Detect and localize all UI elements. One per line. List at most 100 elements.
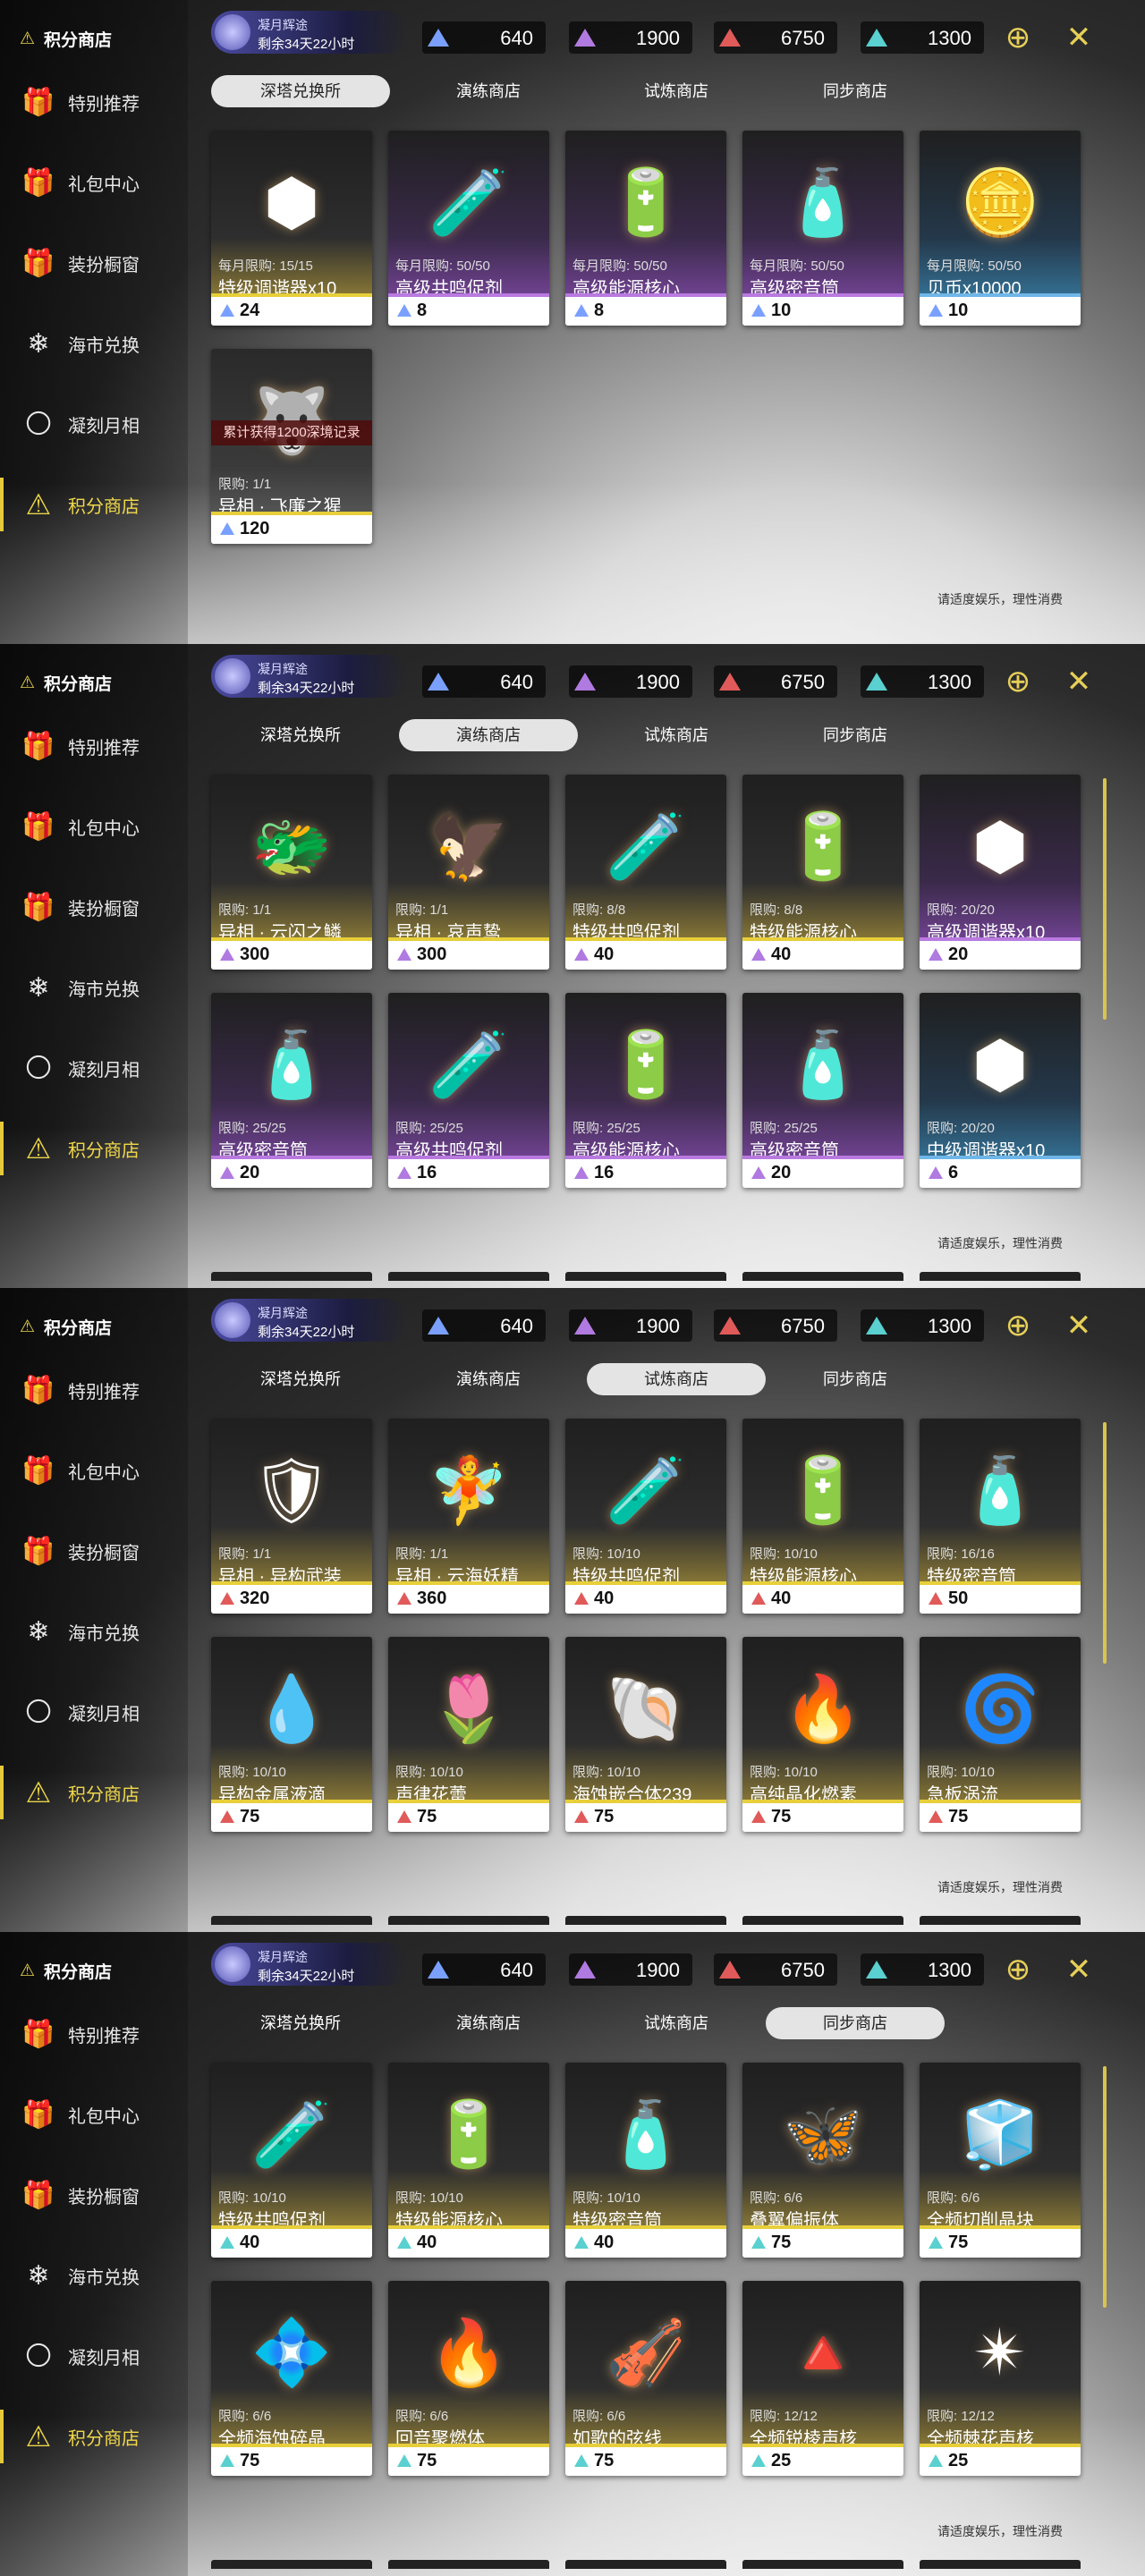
shop-item-card[interactable]: 🔋 限购: 8/8 特级能源核心 40 xyxy=(742,775,903,970)
shop-item-card[interactable]: 🦋 限购: 6/6 叠翼偏振体 75 xyxy=(742,2063,903,2258)
sidebar-item[interactable]: ❄ 海市兑换 xyxy=(21,317,182,370)
tab[interactable]: 试炼商店 xyxy=(587,75,766,107)
shop-item-card[interactable]: ⬢ 每月限购: 15/15 特级调谐器x10 24 xyxy=(211,131,372,326)
crosshair-icon[interactable]: ⊕ xyxy=(998,1306,1038,1345)
sidebar-item[interactable]: ⚠ 积分商店 xyxy=(0,1122,182,1175)
sidebar-item[interactable]: 🎁 装扮橱窗 xyxy=(21,1524,182,1578)
crosshair-icon[interactable]: ⊕ xyxy=(998,662,1038,701)
close-icon[interactable]: ✕ xyxy=(1059,1950,1098,1989)
tab[interactable]: 演练商店 xyxy=(399,719,578,751)
tab[interactable]: 试炼商店 xyxy=(587,2007,766,2039)
shop-item-card[interactable]: 🌀 限购: 10/10 急板涡流 75 xyxy=(920,1637,1081,1832)
shop-item-card[interactable]: 🐺 累计获得1200深境记录 限购: 1/1 异相 · 飞廉之猩 120 xyxy=(211,349,372,544)
sidebar-item[interactable]: 🎁 特别推荐 xyxy=(21,2007,182,2061)
shop-item-card[interactable]: 🐚 限购: 10/10 海蚀嵌合体239 75 xyxy=(565,1637,726,1832)
sidebar-item[interactable]: 🎁 礼包中心 xyxy=(21,2088,182,2141)
tab[interactable]: 试炼商店 xyxy=(587,1363,766,1395)
shop-item-card[interactable]: ⬢ 限购: 20/20 高级调谐器x10 20 xyxy=(920,775,1081,970)
shop-item-card[interactable]: 🧚 限购: 1/1 异相 · 云海妖精 360 xyxy=(388,1419,549,1614)
close-icon[interactable]: ✕ xyxy=(1059,18,1098,57)
sidebar-item[interactable]: ⚠ 积分商店 xyxy=(0,478,182,531)
shop-item-card[interactable]: 🔋 限购: 25/25 高级能源核心 16 xyxy=(565,993,726,1188)
tab[interactable]: 同步商店 xyxy=(766,719,945,751)
shop-item-card[interactable]: 🪙 每月限购: 50/50 贝币x10000 10 xyxy=(920,131,1081,326)
shop-item-card[interactable]: 🔺 限购: 12/12 全频锐棱声核 25 xyxy=(742,2281,903,2476)
sidebar-item[interactable]: 🎁 装扮橱窗 xyxy=(21,880,182,934)
sidebar-item[interactable]: ⚠ 积分商店 xyxy=(0,2410,182,2463)
sidebar-item[interactable]: 🌕 凝刻月相 xyxy=(21,397,182,451)
event-banner[interactable]: 凝月辉途 剩余34天22小时 xyxy=(211,1299,408,1342)
shop-item-card[interactable]: 🧪 每月限购: 50/50 高级共鸣促剂 8 xyxy=(388,131,549,326)
shop-item-card[interactable]: 🔥 限购: 6/6 回音聚燃体 75 xyxy=(388,2281,549,2476)
shop-item-card[interactable]: 🔋 限购: 10/10 特级能源核心 40 xyxy=(388,2063,549,2258)
shop-item-card[interactable]: 🐲 限购: 1/1 异相 · 云闪之鳞 300 xyxy=(211,775,372,970)
tab[interactable]: 深塔兑换所 xyxy=(211,75,390,107)
shop-item-card[interactable]: 🧴 限购: 25/25 高级密音筒 20 xyxy=(742,993,903,1188)
price-band: 25 xyxy=(742,2444,903,2476)
tab[interactable]: 同步商店 xyxy=(766,1363,945,1395)
shop-item-card[interactable]: 🧪 限购: 25/25 高级共鸣促剂 16 xyxy=(388,993,549,1188)
close-icon[interactable]: ✕ xyxy=(1059,1306,1098,1345)
sidebar-item[interactable]: 🌕 凝刻月相 xyxy=(21,1041,182,1095)
tab[interactable]: 演练商店 xyxy=(399,75,578,107)
sidebar-item[interactable]: 🎁 礼包中心 xyxy=(21,800,182,853)
shop-item-card[interactable]: 🧴 每月限购: 50/50 高级密音筒 10 xyxy=(742,131,903,326)
crosshair-icon[interactable]: ⊕ xyxy=(998,1950,1038,1989)
tab[interactable]: 同步商店 xyxy=(766,75,945,107)
shop-item-card[interactable]: 🔋 每月限购: 50/50 高级能源核心 8 xyxy=(565,131,726,326)
shop-item-card[interactable]: 🔋 限购: 10/10 特级能源核心 40 xyxy=(742,1419,903,1614)
shop-item-card[interactable]: 🎻 限购: 6/6 如歌的弦线 75 xyxy=(565,2281,726,2476)
tab[interactable]: 演练商店 xyxy=(399,1363,578,1395)
shop-item-card[interactable]: ⬢ 限购: 20/20 中级调谐器x10 6 xyxy=(920,993,1081,1188)
sidebar-item[interactable]: ❄ 海市兑换 xyxy=(21,1605,182,1658)
tab[interactable]: 深塔兑换所 xyxy=(211,719,390,751)
tab[interactable]: 深塔兑换所 xyxy=(211,2007,390,2039)
scrollbar[interactable] xyxy=(1103,2066,1107,2308)
event-banner[interactable]: 凝月辉途 剩余34天22小时 xyxy=(211,1943,408,1986)
shop-item-card[interactable]: 🧴 限购: 10/10 特级密音筒 40 xyxy=(565,2063,726,2258)
sidebar: ⚠ 积分商店 🎁 特别推荐 🎁 礼包中心 🎁 装扮橱窗 ❄ 海市兑换 🌕 凝刻月相… xyxy=(0,644,188,1288)
shop-item-card[interactable]: 🛡 限购: 1/1 异相 · 异构武装 320 xyxy=(211,1419,372,1614)
shop-item-card[interactable]: 🧪 限购: 10/10 特级共鸣促剂 40 xyxy=(565,1419,726,1614)
shop-item-card[interactable]: 🦅 限购: 1/1 异相 · 哀声鸷 300 xyxy=(388,775,549,970)
crystal-icon xyxy=(574,1810,589,1823)
shop-item-card[interactable]: 💠 限购: 6/6 全频海蚀碎晶 75 xyxy=(211,2281,372,2476)
tab[interactable]: 同步商店 xyxy=(766,2007,945,2039)
sidebar-item[interactable]: 🌕 凝刻月相 xyxy=(21,1685,182,1739)
wardrobe-icon: 🎁 xyxy=(21,1536,55,1566)
sidebar-item[interactable]: ❄ 海市兑换 xyxy=(21,2249,182,2302)
event-banner[interactable]: 凝月辉途 剩余34天22小时 xyxy=(211,11,408,54)
shop-item-card[interactable]: 💧 限购: 10/10 异构金属液滴 75 xyxy=(211,1637,372,1832)
close-icon[interactable]: ✕ xyxy=(1059,662,1098,701)
sidebar-item[interactable]: 🎁 装扮橱窗 xyxy=(21,2168,182,2222)
tab[interactable]: 演练商店 xyxy=(399,2007,578,2039)
tab[interactable]: 深塔兑换所 xyxy=(211,1363,390,1395)
scrollbar[interactable] xyxy=(1103,1422,1107,1664)
shop-item-card[interactable]: 🧴 限购: 16/16 特级密音筒 50 xyxy=(920,1419,1081,1614)
crystal-icon xyxy=(751,1166,766,1179)
shop-item-card[interactable]: 🔥 限购: 10/10 高纯晶化燃素 75 xyxy=(742,1637,903,1832)
purchase-limit: 限购: 10/10 xyxy=(395,1765,463,1780)
sidebar-item[interactable]: 🌕 凝刻月相 xyxy=(21,2329,182,2383)
sidebar-item[interactable]: 🎁 装扮橱窗 xyxy=(21,236,182,290)
shop-item-card[interactable]: 🧪 限购: 10/10 特级共鸣促剂 40 xyxy=(211,2063,372,2258)
shop-item-card[interactable]: 🧪 限购: 8/8 特级共鸣促剂 40 xyxy=(565,775,726,970)
crosshair-icon[interactable]: ⊕ xyxy=(998,18,1038,57)
crystal-icon xyxy=(574,1317,596,1335)
crystal-icon xyxy=(220,1810,234,1823)
sidebar-item[interactable]: 🎁 特别推荐 xyxy=(21,1363,182,1417)
shop-item-card[interactable]: 🌷 限购: 10/10 声律花蕾 75 xyxy=(388,1637,549,1832)
sidebar-item[interactable]: 🎁 礼包中心 xyxy=(21,156,182,209)
shop-item-card[interactable]: ✴ 限购: 12/12 全频棘花声核 25 xyxy=(920,2281,1081,2476)
scrollbar[interactable] xyxy=(1103,778,1107,1020)
shop-item-card[interactable]: 🧴 限购: 25/25 高级密音筒 20 xyxy=(211,993,372,1188)
sidebar-item[interactable]: 🎁 特别推荐 xyxy=(21,75,182,129)
shop-item-card[interactable]: 🧊 限购: 6/6 全频切削晶块 75 xyxy=(920,2063,1081,2258)
sidebar-item[interactable]: ❄ 海市兑换 xyxy=(21,961,182,1014)
sidebar-item[interactable]: 🎁 礼包中心 xyxy=(21,1444,182,1497)
tab[interactable]: 试炼商店 xyxy=(587,719,766,751)
event-banner[interactable]: 凝月辉途 剩余34天22小时 xyxy=(211,655,408,698)
sidebar-item[interactable]: ⚠ 积分商店 xyxy=(0,1766,182,1819)
purchase-limit: 每月限购: 50/50 xyxy=(750,258,844,274)
sidebar-item[interactable]: 🎁 特别推荐 xyxy=(21,719,182,773)
